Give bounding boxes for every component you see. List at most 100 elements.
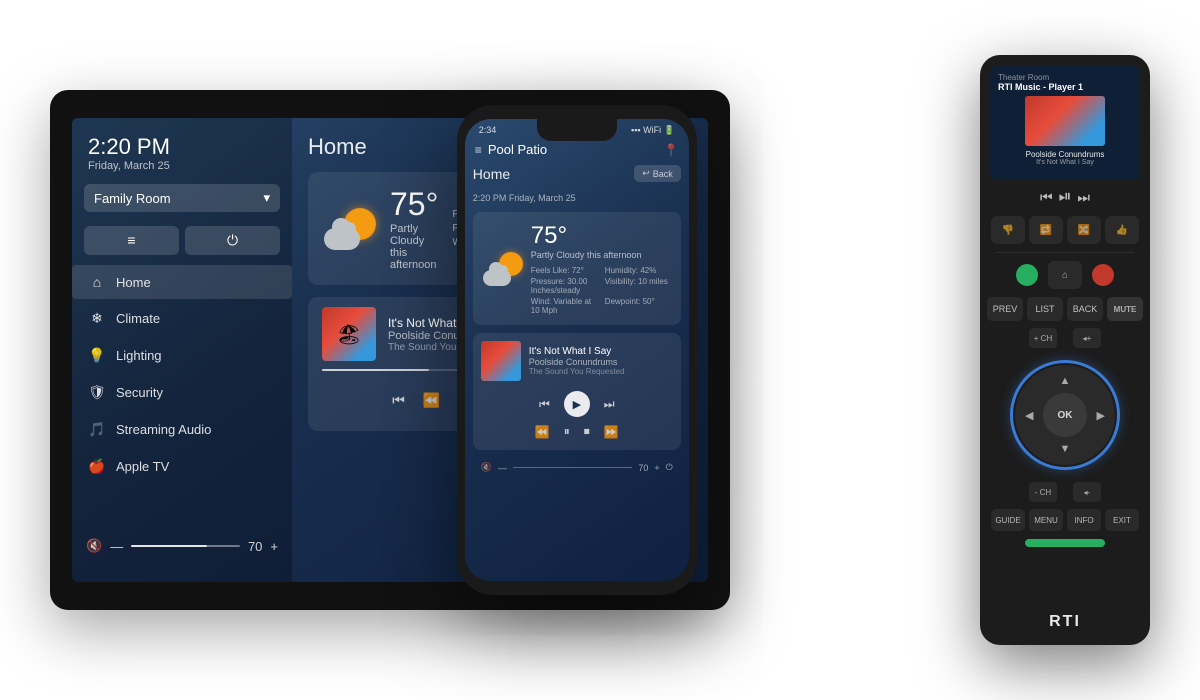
scene: 2:20 PM Friday, March 25 Family Room ▾ ≡… — [20, 20, 1180, 680]
nav-item-streaming[interactable]: 🎵 Streaming Audio — [72, 412, 292, 447]
dpad-up-button[interactable]: ▲ — [1060, 375, 1071, 387]
remote-green-button[interactable] — [1016, 264, 1038, 286]
phone-vol-minus[interactable]: — — [498, 463, 507, 473]
remote-info-button[interactable]: INFO — [1067, 509, 1101, 531]
phone-time-line: 2:20 PM Friday, March 25 — [473, 192, 681, 204]
power-button[interactable]: ⏻ — [185, 226, 280, 255]
phone-screen: 2:34 ▪▪▪ WiFi 🔋 ≡ Pool Patio 📍 Home ↩ Ba… — [465, 119, 689, 581]
remote-nav-row1: PREV LIST BACK MUTE — [987, 297, 1143, 321]
chevron-down-icon: ▾ — [263, 190, 270, 206]
phone-stop-button[interactable]: ⏹ — [584, 424, 590, 439]
dpad-right-button[interactable]: ▶ — [1097, 409, 1105, 422]
room-selector[interactable]: Family Room ▾ — [84, 184, 280, 212]
phone-vol-line[interactable] — [513, 467, 632, 468]
remote-repeat-button[interactable]: 🔁 — [1029, 216, 1063, 244]
remote-media-buttons: ⏮ ⏯ ⏭ — [1040, 186, 1090, 208]
remote-track-sub: It's Not What I Say — [998, 159, 1132, 166]
phone-fast-forward-button[interactable]: ⏩ — [604, 425, 619, 439]
phone-music-text: It's Not What I Say Poolside Conundrums … — [529, 346, 625, 376]
phone-music-artist: Poolside Conundrums — [529, 357, 625, 367]
remote-green-bar — [1025, 539, 1105, 547]
phone-pause-button[interactable]: ⏸ — [564, 424, 570, 439]
nav-item-lighting[interactable]: 💡 Lighting — [72, 338, 292, 373]
phone-home-title: Home — [473, 166, 510, 182]
sidebar: 2:20 PM Friday, March 25 Family Room ▾ ≡… — [72, 118, 292, 582]
vol-minus-icon[interactable]: — — [110, 539, 123, 554]
remote-play-pause-button[interactable]: ⏯ — [1059, 188, 1072, 206]
phone-weather-icon — [483, 252, 523, 286]
phone-weather-temp: 75° — [531, 222, 671, 250]
phone-weather-desc: Partly Cloudy this afternoon — [531, 250, 671, 260]
sidebar-date: Friday, March 25 — [88, 160, 276, 172]
phone-album-art — [481, 341, 521, 381]
vol-plus-icon[interactable]: + — [270, 539, 278, 554]
remote-list-button[interactable]: LIST — [1027, 297, 1063, 321]
phone-play-button[interactable]: ▶ — [564, 391, 590, 417]
rewind-button[interactable]: ⏪ — [423, 392, 440, 409]
phone-weather-details: Feels Like: 72° Humidity: 42% Pressure: … — [531, 266, 671, 315]
remote-guide-button[interactable]: GUIDE — [991, 509, 1025, 531]
main-title: Home — [308, 134, 367, 160]
nav-item-security[interactable]: 🛡 Security — [72, 375, 292, 410]
dpad-bg[interactable]: ▲ ▼ ◀ ▶ OK — [1015, 365, 1115, 465]
remote-thumb-row: 👎 🔁 🔀 👍 — [991, 214, 1139, 246]
remote-control: Theater Room RTI Music - Player 1 Poolsi… — [980, 55, 1150, 645]
phone-mute-icon[interactable]: 🔇 — [481, 462, 492, 473]
sidebar-icon-row: ≡ ⏻ — [72, 222, 292, 265]
phone-music-controls-row1: ⏮ ▶ ⏭ — [481, 387, 673, 421]
dpad-ok-button[interactable]: OK — [1043, 393, 1087, 437]
volume-bar[interactable] — [131, 545, 240, 547]
p-wind: Wind: Variable at 10 Mph — [531, 297, 597, 315]
nav-label-home: Home — [116, 275, 151, 290]
phone-rewind-button[interactable]: ⏪ — [535, 425, 550, 439]
remote-mute-button[interactable]: MUTE — [1107, 297, 1143, 321]
weather-info: 75° Partly Cloudy this afternoon — [390, 186, 438, 271]
remote-ch-plus-row: + CH ◂+ — [1029, 327, 1101, 349]
appletv-icon: 🍎 — [88, 458, 106, 475]
nav-label-streaming: Streaming Audio — [116, 422, 211, 437]
phone-vol-plus[interactable]: + — [654, 463, 659, 473]
menu-button[interactable]: ≡ — [84, 226, 179, 255]
mute-icon[interactable]: 🔇 — [86, 538, 102, 554]
dpad-left-button[interactable]: ◀ — [1025, 409, 1033, 422]
remote-dpad: ▲ ▼ ◀ ▶ OK — [1005, 355, 1125, 475]
lighting-icon: 💡 — [88, 347, 106, 364]
remote-bottom-row: GUIDE MENU INFO EXIT — [991, 509, 1139, 531]
phone-skip-forward-button[interactable]: ⏭ — [604, 397, 615, 412]
phone-location-icon[interactable]: 📍 — [664, 143, 679, 157]
phone-music-card: It's Not What I Say Poolside Conundrums … — [473, 333, 681, 450]
phone-back-button[interactable]: ↩ Back — [634, 165, 681, 182]
remote-next-track-button[interactable]: ⏭ — [1077, 189, 1090, 206]
skip-back-start-button[interactable]: ⏮ — [392, 392, 405, 409]
remote-prev-track-button[interactable]: ⏮ — [1040, 189, 1053, 206]
remote-thumbdown-button[interactable]: 👎 — [991, 216, 1025, 244]
volume-fill — [131, 545, 207, 547]
remote-menu-button[interactable]: MENU — [1029, 509, 1063, 531]
weather-temp: 75° — [390, 186, 438, 223]
streaming-icon: 🎵 — [88, 421, 106, 438]
album-art: 🏖 — [322, 307, 376, 361]
remote-exit-button[interactable]: EXIT — [1105, 509, 1139, 531]
remote-home-button[interactable]: ⌂ — [1048, 261, 1082, 289]
phone: 2:34 ▪▪▪ WiFi 🔋 ≡ Pool Patio 📍 Home ↩ Ba… — [457, 105, 697, 595]
dpad-down-button[interactable]: ▼ — [1060, 443, 1071, 455]
remote-vol-minus-label: ◂- — [1073, 482, 1101, 502]
phone-back-label: Back — [653, 169, 673, 179]
nav-item-appletv[interactable]: 🍎 Apple TV — [72, 449, 292, 484]
remote-red-button[interactable] — [1092, 264, 1114, 286]
phone-skip-back-button[interactable]: ⏮ — [539, 397, 550, 412]
divider — [996, 252, 1135, 253]
phone-power-icon[interactable]: ⏻ — [666, 462, 673, 473]
remote-shuffle-button[interactable]: 🔀 — [1067, 216, 1101, 244]
sidebar-nav: ⌂ Home ❄ Climate 💡 Lighting 🛡 Security — [72, 265, 292, 484]
remote-prev-button[interactable]: PREV — [987, 297, 1023, 321]
phone-room-title: Pool Patio — [488, 142, 658, 157]
remote-back-button[interactable]: BACK — [1067, 297, 1103, 321]
remote-thumbup-button[interactable]: 👍 — [1105, 216, 1139, 244]
nav-item-climate[interactable]: ❄ Climate — [72, 301, 292, 336]
remote-ch-minus-row: - CH ◂- — [1029, 481, 1101, 503]
phone-main: Home ↩ Back 2:20 PM Friday, March 25 75°… — [465, 163, 689, 581]
phone-menu-icon[interactable]: ≡ — [475, 143, 482, 157]
remote-track-name: Poolside Conundrums — [998, 150, 1132, 159]
nav-item-home[interactable]: ⌂ Home — [72, 265, 292, 299]
